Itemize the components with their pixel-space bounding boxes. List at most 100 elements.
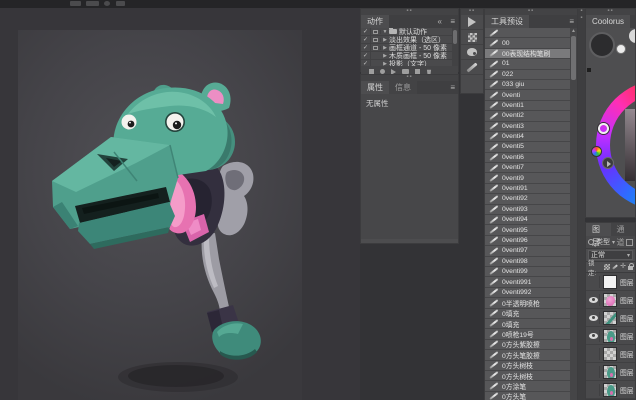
tool-preset-row[interactable]: 0venti93 [485,205,577,215]
expand-arrow-icon[interactable] [381,53,389,59]
layer-row[interactable]: 图层 5 [586,291,635,309]
tool-preset-row[interactable]: 0venti4 [485,132,577,142]
lock-transparency-icon[interactable] [604,264,610,270]
tool-preset-row[interactable]: 0venti7 [485,163,577,173]
layer-row[interactable]: 图层 3 拷贝 [586,327,635,345]
filter-toggle-icon[interactable] [626,239,633,246]
tool-preset-row[interactable]: 0venti3 [485,122,577,132]
action-dialog-toggle[interactable] [371,30,381,34]
collapse-panel-icon[interactable]: « [438,15,442,28]
layer-thumbnail[interactable] [603,311,617,325]
tool-preset-row[interactable]: 022 [485,70,577,80]
tool-preset-row[interactable]: 0venti97 [485,246,577,256]
panel-menu-icon[interactable]: ≡ [569,15,574,28]
tool-preset-row[interactable]: 0喷枪19号 [485,329,577,339]
tool-preset-row[interactable]: 0venti [485,90,577,100]
action-check-icon[interactable]: ✓ [361,28,371,35]
layer-row[interactable]: 图层 2 [586,345,635,363]
tool-preset-row[interactable]: 0venti91 [485,184,577,194]
layer-thumbnail[interactable] [603,293,617,307]
panel-menu-icon[interactable]: ≡ [450,15,455,28]
tool-preset-row[interactable]: 0venti9 [485,173,577,183]
tab-properties[interactable]: 属性 [361,81,389,94]
visibility-toggle[interactable] [588,294,600,306]
scrollbar-thumb[interactable] [571,36,576,80]
tool-preset-row[interactable]: 0填充 [485,309,577,319]
action-dialog-toggle[interactable] [371,38,381,42]
dock-brush-presets-button[interactable] [461,30,483,45]
expand-arrow-icon[interactable] [381,29,389,35]
action-row[interactable]: ✓ 投影（文字） [361,60,458,66]
hue-ring[interactable] [596,80,635,210]
tool-preset-row[interactable]: 033 giu [485,80,577,90]
hue-selector[interactable] [598,123,609,134]
expand-arrow-icon[interactable] [381,37,389,43]
scroll-up-icon[interactable]: ▲ [570,28,577,35]
tool-preset-row[interactable]: 0venti992 [485,288,577,298]
visibility-toggle[interactable] [588,330,600,342]
visibility-toggle[interactable] [588,312,600,324]
current-color-swatch[interactable] [589,32,615,58]
tab-actions[interactable]: 动作 [361,15,389,28]
tool-preset-row[interactable]: 0venti94 [485,215,577,225]
color-wheel-icon[interactable] [591,146,602,157]
action-check-icon[interactable]: ✓ [361,52,371,59]
tool-preset-row[interactable]: 0venti991 [485,277,577,287]
lock-all-icon[interactable] [628,266,633,270]
layer-name[interactable]: 图层 8 [620,277,635,287]
dock-swatches-button[interactable] [461,45,483,60]
layer-name[interactable]: 图层 3 拷贝 2 [620,367,635,377]
tool-preset-row[interactable]: 0方头树枝 [485,371,577,381]
play-circle-icon[interactable] [602,157,614,169]
tool-preset-row[interactable]: 0venti1 [485,101,577,111]
document-canvas[interactable] [18,30,302,400]
layer-name[interactable]: 图层 3 拷贝 [620,331,635,341]
visibility-toggle[interactable] [588,366,600,378]
tool-preset-row[interactable]: 0venti92 [485,194,577,204]
tool-preset-row[interactable]: 00表现结构笔刷 [485,49,577,59]
layer-name[interactable]: 图层 4 [620,313,635,323]
tool-preset-row[interactable] [485,28,577,38]
background-color-swatch[interactable] [629,29,635,43]
layer-row[interactable]: 图层 4 [586,309,635,327]
options-bar-icon[interactable] [116,1,125,6]
layer-thumbnail[interactable] [603,365,617,379]
dock-divider[interactable]: ▪▪ [578,8,585,400]
tool-preset-row[interactable]: 0方头笔胶擦 [485,350,577,360]
tool-preset-row[interactable]: 0方涂笔 [485,381,577,391]
layer-name[interactable]: 图层 2 [620,349,635,359]
expand-arrow-icon[interactable] [381,45,389,51]
panel-menu-icon[interactable]: ≡ [450,81,455,94]
tool-preset-row[interactable]: 0venti96 [485,236,577,246]
presets-scrollbar[interactable]: ▲ [570,28,577,400]
options-bar-icon[interactable] [70,1,81,6]
tool-preset-row[interactable]: 0方头树枝 [485,361,577,371]
tool-preset-row[interactable]: 0半透明喷枪 [485,298,577,308]
action-dialog-toggle[interactable] [371,46,381,50]
layer-thumbnail[interactable] [603,383,617,397]
tool-preset-row[interactable]: 0venti6 [485,153,577,163]
layer-thumbnail[interactable] [603,347,617,361]
tab-layers[interactable]: 图层 [586,223,611,236]
tool-preset-row[interactable]: 01 [485,59,577,69]
tool-preset-row[interactable]: 0venti95 [485,225,577,235]
visibility-toggle[interactable] [588,384,600,396]
layer-name[interactable]: 图层 1 拷贝 [620,385,635,395]
layer-row[interactable]: 图层 8 [586,273,635,291]
options-bar-icon[interactable] [86,1,99,6]
visibility-toggle[interactable] [588,276,600,288]
gear-icon[interactable] [104,1,110,6]
tool-preset-row[interactable]: 0venti98 [485,257,577,267]
tiny-swatch[interactable] [587,68,591,72]
visibility-toggle[interactable] [588,348,600,360]
saturation-value-box[interactable] [625,109,635,181]
layer-row[interactable]: 图层 3 拷贝 2 [586,363,635,381]
layer-name[interactable]: 图层 5 [620,295,635,305]
action-label[interactable]: 投影（文字） [389,59,431,67]
secondary-color-swatch[interactable] [616,44,626,54]
action-check-icon[interactable]: ✓ [361,60,371,66]
lock-move-icon[interactable]: ✛ [620,264,626,270]
tool-preset-row[interactable]: 00 [485,38,577,48]
action-check-icon[interactable]: ✓ [361,36,371,43]
action-check-icon[interactable]: ✓ [361,44,371,51]
